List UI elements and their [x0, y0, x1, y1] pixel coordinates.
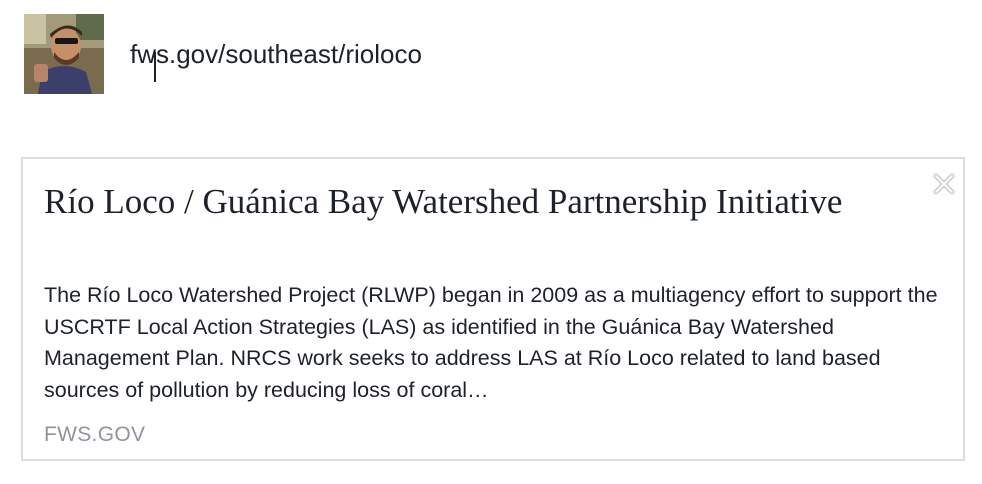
post-composer — [24, 14, 964, 94]
link-preview-description[interactable]: The Río Loco Watershed Project (RLWP) be… — [44, 280, 944, 406]
post-input[interactable] — [130, 36, 930, 72]
avatar-photo-icon — [24, 14, 104, 94]
remove-preview-button[interactable] — [931, 171, 957, 197]
link-preview-title[interactable]: Río Loco / Guánica Bay Watershed Partner… — [44, 181, 864, 223]
text-cursor — [154, 52, 156, 82]
link-preview-card[interactable]: Río Loco / Guánica Bay Watershed Partner… — [21, 157, 965, 461]
link-preview-domain: FWS.GOV — [44, 423, 146, 446]
close-icon — [933, 173, 955, 195]
avatar[interactable] — [24, 14, 104, 94]
